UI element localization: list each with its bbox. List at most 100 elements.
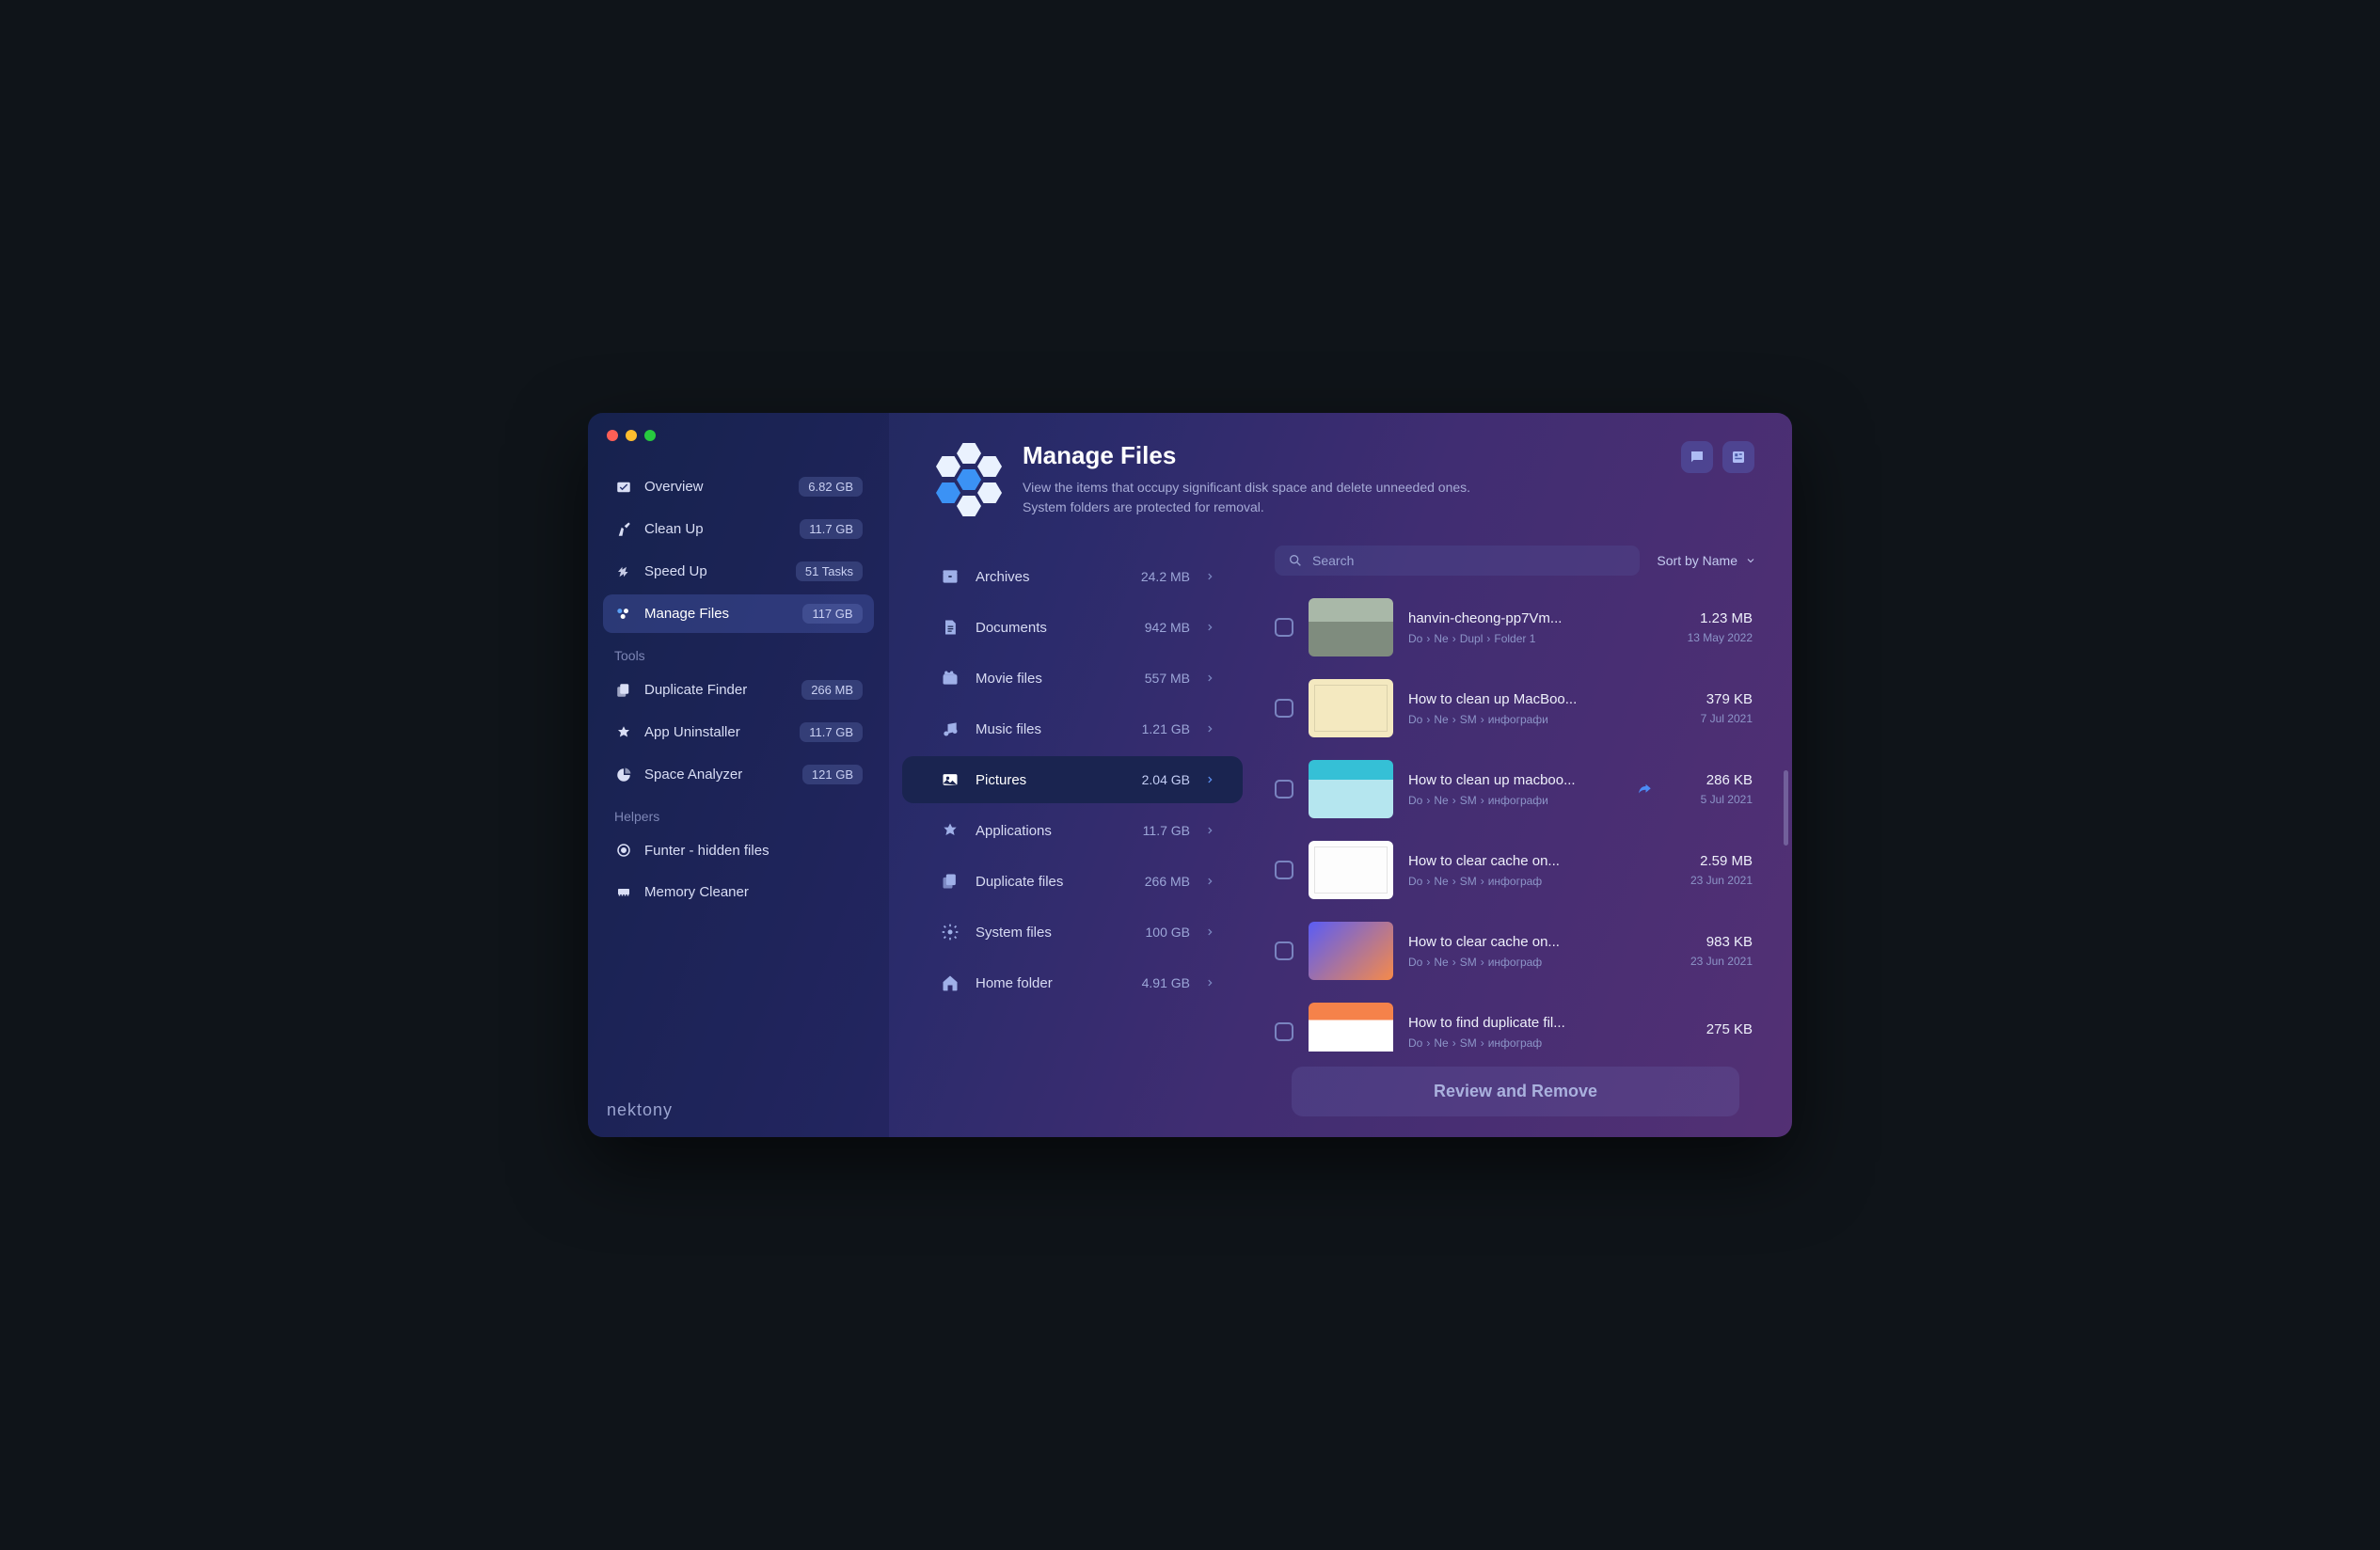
maximize-window-button[interactable] bbox=[644, 430, 656, 441]
category-size: 4.91 GB bbox=[1122, 975, 1190, 990]
file-name: hanvin-cheong-pp7Vm... bbox=[1408, 610, 1653, 626]
file-meta: 275 KB bbox=[1668, 1021, 1753, 1042]
page-title: Manage Files bbox=[1023, 441, 1470, 470]
category-system-files[interactable]: System files 100 GB bbox=[902, 909, 1243, 956]
sidebar-item-app-uninstaller[interactable]: App Uninstaller 11.7 GB bbox=[603, 713, 874, 751]
file-info: How to clear cache on... Do › Ne › SM › … bbox=[1408, 853, 1653, 888]
file-meta: 379 KB 7 Jul 2021 bbox=[1668, 691, 1753, 725]
sidebar-item-badge: 121 GB bbox=[802, 765, 863, 784]
file-size: 983 KB bbox=[1668, 934, 1753, 950]
category-size: 1.21 GB bbox=[1122, 721, 1190, 736]
file-meta: 983 KB 23 Jun 2021 bbox=[1668, 934, 1753, 968]
sidebar-item-clean-up[interactable]: Clean Up 11.7 GB bbox=[603, 510, 874, 548]
chevron-right-icon bbox=[1205, 570, 1214, 583]
file-name: How to clear cache on... bbox=[1408, 853, 1653, 869]
close-window-button[interactable] bbox=[607, 430, 618, 441]
sidebar-item-badge: 266 MB bbox=[801, 680, 863, 700]
category-pictures[interactable]: Pictures 2.04 GB bbox=[902, 756, 1243, 803]
search-input[interactable] bbox=[1312, 553, 1626, 568]
file-row[interactable]: hanvin-cheong-pp7Vm... Do › Ne › Dupl › … bbox=[1265, 587, 1762, 668]
category-label: Documents bbox=[976, 620, 1107, 636]
category-size: 11.7 GB bbox=[1122, 823, 1190, 838]
window-controls bbox=[603, 430, 874, 441]
file-date: 23 Jun 2021 bbox=[1668, 874, 1753, 887]
category-documents[interactable]: Documents 942 MB bbox=[902, 604, 1243, 651]
category-movie-files[interactable]: Movie files 557 MB bbox=[902, 655, 1243, 702]
doc-icon bbox=[940, 617, 960, 638]
share-icon bbox=[1636, 781, 1653, 798]
file-checkbox[interactable] bbox=[1275, 1022, 1293, 1041]
category-size: 942 MB bbox=[1122, 620, 1190, 635]
review-remove-button[interactable]: Review and Remove bbox=[1292, 1067, 1739, 1116]
category-duplicate-files[interactable]: Duplicate files 266 MB bbox=[902, 858, 1243, 905]
file-row[interactable]: How to clean up macboo... Do › Ne › SM ›… bbox=[1265, 749, 1762, 830]
sidebar-item-label: Clean Up bbox=[644, 521, 788, 537]
file-path: Do › Ne › SM › инфографи bbox=[1408, 794, 1615, 807]
sidebar-section-tools: Tools bbox=[603, 637, 874, 671]
overview-icon bbox=[614, 478, 633, 497]
file-info: How to find duplicate fil... Do › Ne › S… bbox=[1408, 1015, 1653, 1050]
file-row[interactable]: How to clean up MacBoo... Do › Ne › SM ›… bbox=[1265, 668, 1762, 749]
file-path: Do › Ne › Dupl › Folder 1 bbox=[1408, 632, 1653, 645]
chevron-right-icon bbox=[1205, 976, 1214, 989]
file-meta: 1.23 MB 13 May 2022 bbox=[1668, 610, 1753, 644]
sidebar-item-label: Duplicate Finder bbox=[644, 682, 790, 698]
space-icon bbox=[614, 766, 633, 784]
sidebar-item-badge: 11.7 GB bbox=[800, 519, 863, 539]
category-size: 100 GB bbox=[1122, 925, 1190, 940]
file-name: How to clear cache on... bbox=[1408, 934, 1653, 950]
bottom-bar: Review and Remove bbox=[1265, 1052, 1766, 1137]
sidebar-item-label: Overview bbox=[644, 479, 787, 495]
sidebar-item-manage-files[interactable]: Manage Files 117 GB bbox=[603, 594, 874, 633]
chevron-right-icon bbox=[1205, 672, 1214, 685]
scrollbar-thumb[interactable] bbox=[1784, 770, 1788, 846]
file-info: hanvin-cheong-pp7Vm... Do › Ne › Dupl › … bbox=[1408, 610, 1653, 645]
header: Manage Files View the items that occupy … bbox=[889, 413, 1792, 540]
sidebar-section-helpers: Helpers bbox=[603, 798, 874, 831]
minimize-window-button[interactable] bbox=[626, 430, 637, 441]
search-field[interactable] bbox=[1275, 546, 1640, 576]
sidebar-item-space-analyzer[interactable]: Space Analyzer 121 GB bbox=[603, 755, 874, 794]
sidebar-item-duplicate-finder[interactable]: Duplicate Finder 266 MB bbox=[603, 671, 874, 709]
file-checkbox[interactable] bbox=[1275, 618, 1293, 637]
file-row[interactable]: How to clear cache on... Do › Ne › SM › … bbox=[1265, 910, 1762, 991]
manage-files-icon bbox=[936, 441, 1004, 509]
file-checkbox[interactable] bbox=[1275, 941, 1293, 960]
category-music-files[interactable]: Music files 1.21 GB bbox=[902, 705, 1243, 752]
sort-dropdown[interactable]: Sort by Name bbox=[1657, 553, 1756, 568]
chat-button[interactable] bbox=[1681, 441, 1713, 473]
archive-icon bbox=[940, 566, 960, 587]
sidebar-item-badge: 6.82 GB bbox=[799, 477, 863, 497]
files-panel: Sort by Name hanvin-cheong-pp7Vm... Do ›… bbox=[1256, 540, 1792, 1137]
main-pane: Manage Files View the items that occupy … bbox=[889, 413, 1792, 1137]
content-area: Archives 24.2 MB Documents 942 MB Movie … bbox=[889, 540, 1792, 1137]
funter-icon bbox=[614, 841, 633, 860]
sidebar-item-funter-hidden-files[interactable]: Funter - hidden files bbox=[603, 831, 874, 869]
file-date: 23 Jun 2021 bbox=[1668, 955, 1753, 968]
file-row[interactable]: How to clear cache on... Do › Ne › SM › … bbox=[1265, 830, 1762, 910]
file-thumbnail bbox=[1309, 598, 1393, 656]
file-thumbnail bbox=[1309, 922, 1393, 980]
sidebar-item-label: Space Analyzer bbox=[644, 767, 791, 783]
category-archives[interactable]: Archives 24.2 MB bbox=[902, 553, 1243, 600]
memory-icon bbox=[614, 882, 633, 901]
chevron-right-icon bbox=[1205, 773, 1214, 786]
sidebar-item-memory-cleaner[interactable]: Memory Cleaner bbox=[603, 873, 874, 910]
home-icon bbox=[940, 973, 960, 993]
category-home-folder[interactable]: Home folder 4.91 GB bbox=[902, 959, 1243, 1006]
file-checkbox[interactable] bbox=[1275, 780, 1293, 799]
sidebar-item-label: Manage Files bbox=[644, 606, 791, 622]
file-checkbox[interactable] bbox=[1275, 861, 1293, 879]
file-checkbox[interactable] bbox=[1275, 699, 1293, 718]
chevron-right-icon bbox=[1205, 722, 1214, 735]
file-row[interactable]: How to find duplicate fil... Do › Ne › S… bbox=[1265, 991, 1762, 1052]
duplicate-icon bbox=[614, 681, 633, 700]
sidebar-item-label: Speed Up bbox=[644, 563, 785, 579]
category-label: Music files bbox=[976, 721, 1107, 737]
category-applications[interactable]: Applications 11.7 GB bbox=[902, 807, 1243, 854]
music-icon bbox=[940, 719, 960, 739]
news-button[interactable] bbox=[1722, 441, 1754, 473]
sidebar-item-speed-up[interactable]: Speed Up 51 Tasks bbox=[603, 552, 874, 591]
file-path: Do › Ne › SM › инфограф bbox=[1408, 875, 1653, 888]
sidebar-item-overview[interactable]: Overview 6.82 GB bbox=[603, 467, 874, 506]
